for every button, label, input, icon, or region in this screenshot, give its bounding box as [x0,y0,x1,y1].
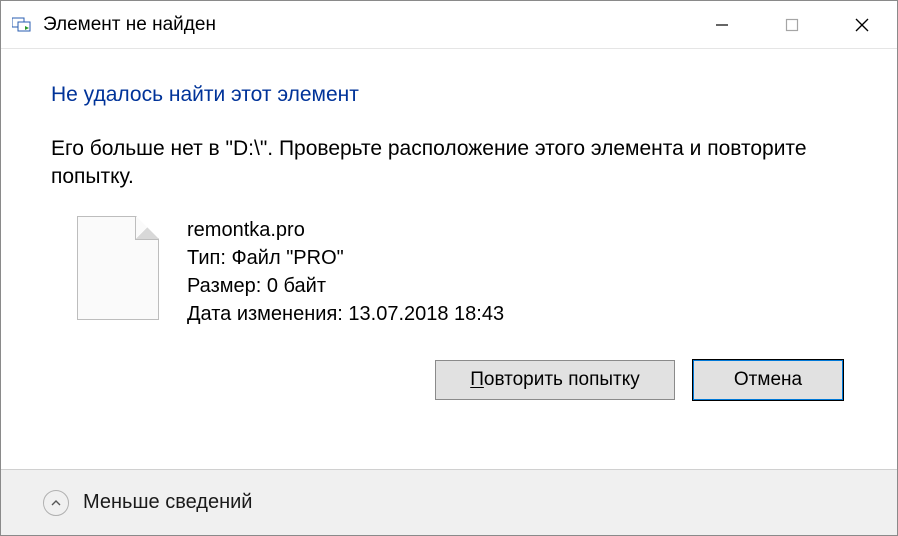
file-info: remontka.pro Тип: Файл "PRO" Размер: 0 б… [187,216,504,328]
chevron-up-icon[interactable] [43,490,69,516]
button-row: Повторить попытку Отмена [51,360,847,400]
cancel-button[interactable]: Отмена [693,360,843,400]
less-details-link[interactable]: Меньше сведений [83,491,252,514]
file-block: remontka.pro Тип: Файл "PRO" Размер: 0 б… [77,216,847,328]
file-icon [77,216,159,320]
window-controls [687,1,897,48]
file-name: remontka.pro [187,216,504,244]
heading: Не удалось найти этот элемент [51,83,847,107]
app-icon [11,13,35,37]
message-text: Его больше нет в "D:\". Проверьте распол… [51,135,841,192]
close-button[interactable] [827,1,897,48]
footer: Меньше сведений [1,469,897,535]
window-title: Элемент не найден [35,14,687,36]
file-date: Дата изменения: 13.07.2018 18:43 [187,300,504,328]
file-size: Размер: 0 байт [187,272,504,300]
minimize-button[interactable] [687,1,757,48]
dialog-window: Элемент не найден Не удалось найти этот … [0,0,898,536]
maximize-button [757,1,827,48]
retry-button[interactable]: Повторить попытку [435,360,675,400]
titlebar: Элемент не найден [1,1,897,49]
content-area: Не удалось найти этот элемент Его больше… [1,49,897,469]
file-type: Тип: Файл "PRO" [187,244,504,272]
